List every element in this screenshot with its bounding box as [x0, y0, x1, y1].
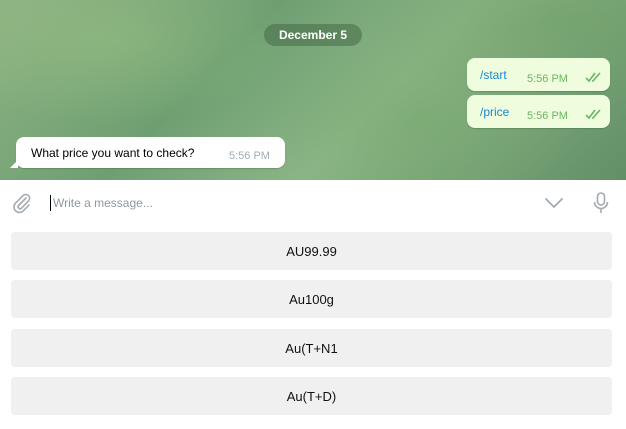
bubble-tail	[10, 160, 18, 168]
keyboard-button-au-t-d[interactable]: Au(T+D)	[11, 377, 612, 415]
outgoing-message-price[interactable]: /price 5:56 PM	[467, 95, 610, 128]
command-link-start[interactable]: /start	[480, 68, 507, 82]
double-check-icon	[585, 72, 601, 83]
incoming-message[interactable]: What price you want to check? 5:56 PM	[10, 137, 285, 168]
microphone-icon[interactable]	[593, 192, 609, 214]
chat-area: December 5 /start 5:56 PM /price 5:56 PM…	[0, 0, 626, 180]
paperclip-icon[interactable]	[11, 192, 33, 214]
command-link-price[interactable]: /price	[480, 105, 509, 119]
keyboard-button-au100g[interactable]: Au100g	[11, 280, 612, 318]
outgoing-message-start[interactable]: /start 5:56 PM	[467, 58, 610, 91]
keyboard-button-au-t-n1[interactable]: Au(T+N1	[11, 329, 612, 367]
message-composer: Write a message...	[0, 180, 626, 226]
message-time: 5:56 PM	[527, 110, 568, 122]
message-input[interactable]: Write a message...	[53, 196, 153, 210]
chevron-down-icon[interactable]	[544, 195, 564, 211]
keyboard-button-au9999[interactable]: AU99.99	[11, 232, 612, 270]
double-check-icon	[585, 109, 601, 120]
message-time: 5:56 PM	[229, 150, 270, 162]
message-text: What price you want to check?	[31, 146, 195, 160]
message-time: 5:56 PM	[527, 73, 568, 85]
date-separator: December 5	[264, 24, 362, 46]
text-cursor	[50, 195, 51, 211]
